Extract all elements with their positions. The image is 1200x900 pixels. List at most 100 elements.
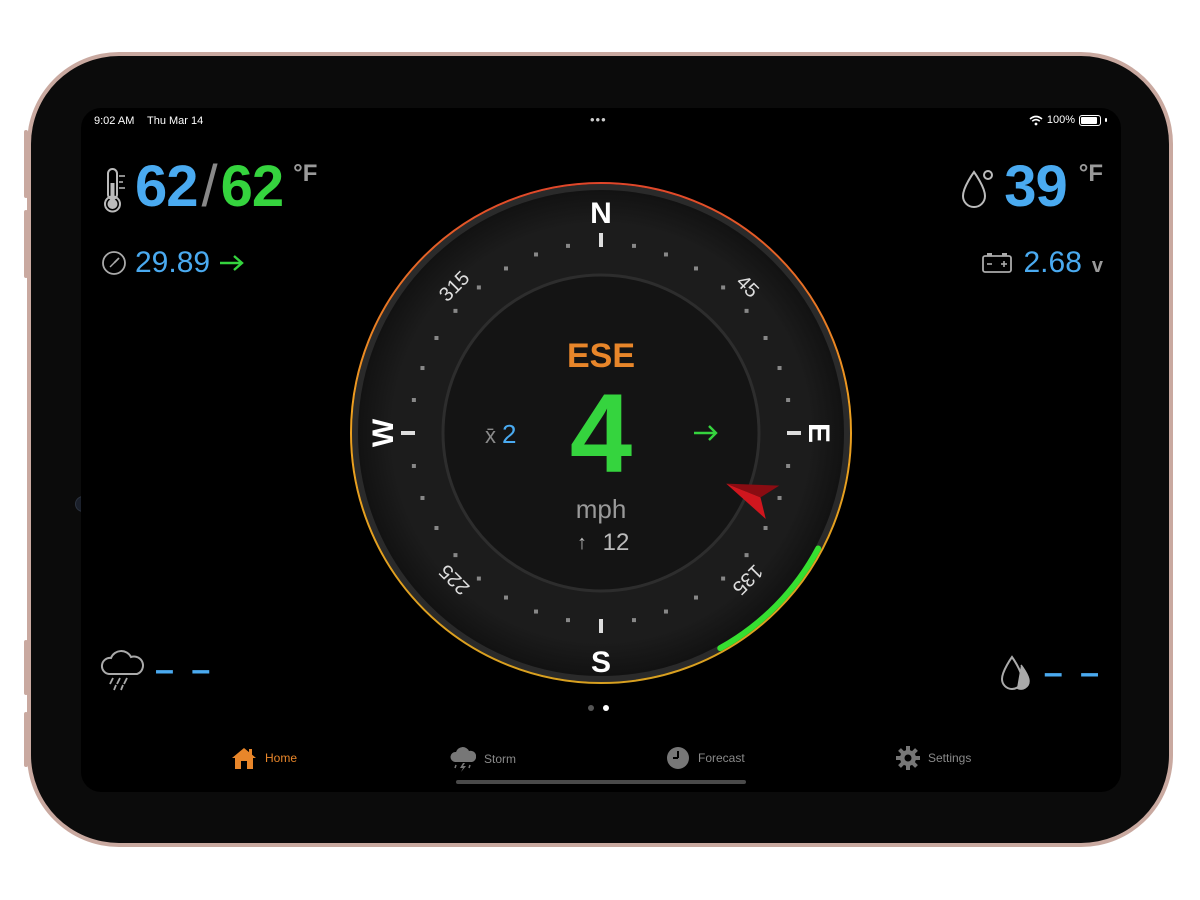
- humidity-value: – –: [1043, 653, 1103, 692]
- minor-tick: [534, 609, 539, 614]
- wind-speed-unit: mph: [576, 494, 627, 524]
- side-button: [24, 712, 28, 767]
- humidity-widget[interactable]: – –: [998, 653, 1103, 693]
- battery-voltage-value: 2.68: [1023, 246, 1082, 279]
- wind-gust-value: 12: [603, 529, 630, 556]
- rain-value: – –: [155, 650, 215, 689]
- minor-tick: [763, 526, 768, 530]
- battery-level: [1081, 116, 1097, 124]
- drops-icon: [1000, 655, 1030, 690]
- feels-like-value: 62: [220, 154, 285, 219]
- status-time: 9:02 AM: [94, 115, 135, 127]
- minor-tick: [504, 266, 508, 271]
- average-symbol: x̄: [485, 423, 496, 448]
- rain-widget[interactable]: – –: [99, 648, 214, 692]
- rain-cloud-icon: [100, 650, 144, 691]
- gear-icon: [896, 746, 920, 770]
- minor-tick: [453, 308, 458, 313]
- minor-tick: [694, 266, 698, 271]
- page-dot-active[interactable]: [603, 705, 609, 711]
- page-indicator[interactable]: [588, 705, 609, 711]
- tab-label: Home: [265, 751, 298, 765]
- minor-tick: [434, 336, 439, 340]
- dew-drop-icon: [962, 170, 994, 208]
- minor-tick: [694, 595, 698, 600]
- wind-direction-label: ESE: [567, 337, 635, 375]
- minor-tick: [631, 243, 636, 248]
- battery-percent: 100%: [1046, 114, 1075, 126]
- tab-home[interactable]: Home: [231, 746, 297, 770]
- wind-compass[interactable]: N S E W 45 135 225 315 ESE 4 mph x̄ 2 ↑ …: [348, 180, 854, 686]
- cardinal-east: E: [802, 423, 835, 443]
- tab-storm[interactable]: Storm: [450, 746, 516, 772]
- minor-tick: [777, 495, 782, 500]
- barometer-widget[interactable]: 29.89: [101, 246, 246, 280]
- cardinal-north: N: [590, 197, 612, 230]
- arrow-right-icon: [220, 255, 244, 271]
- screen: 9:02 AM Thu Mar 14 ••• 100% 62 / 62 °F 3…: [81, 108, 1121, 792]
- temperature-value: 62: [135, 154, 199, 219]
- dew-point-value: 39: [1004, 154, 1068, 219]
- minor-tick: [744, 553, 749, 558]
- minor-tick: [721, 576, 726, 581]
- tab-settings[interactable]: Settings: [896, 746, 971, 770]
- tab-label: Forecast: [698, 751, 745, 765]
- minor-tick: [476, 285, 481, 290]
- volume-button: [24, 210, 28, 278]
- minor-tick: [411, 463, 416, 468]
- minor-tick: [434, 526, 439, 530]
- minor-tick: [411, 398, 416, 403]
- minor-tick: [534, 252, 539, 257]
- battery-voltage-unit: v: [1091, 254, 1103, 277]
- gust-arrow-icon: ↑: [577, 532, 587, 554]
- minor-tick: [663, 252, 668, 257]
- tab-label: Settings: [928, 751, 972, 765]
- minor-tick: [721, 285, 726, 290]
- status-indicators: 100%: [1029, 114, 1107, 126]
- home-indicator[interactable]: [456, 780, 746, 784]
- tab-bar: Home Storm Forecast Settings: [81, 738, 1121, 778]
- storm-icon: [450, 747, 476, 772]
- minor-tick: [453, 553, 458, 558]
- side-button: [24, 640, 28, 695]
- temperature-unit: °F: [293, 160, 318, 187]
- minor-tick: [786, 398, 791, 403]
- tab-label: Storm: [484, 752, 517, 766]
- dew-point-widget[interactable]: 39 °F: [960, 158, 1103, 216]
- minor-tick: [631, 618, 636, 623]
- minor-tick: [476, 576, 481, 581]
- status-date: Thu Mar 14: [147, 115, 204, 127]
- battery-icon: [1079, 114, 1101, 126]
- minor-tick: [744, 308, 749, 313]
- temperature-widget[interactable]: 62 / 62 °F: [99, 158, 317, 216]
- cardinal-west: W: [367, 418, 400, 447]
- minor-tick: [663, 609, 668, 614]
- minor-tick: [566, 243, 571, 248]
- multitasking-dots[interactable]: •••: [590, 112, 607, 127]
- minor-tick: [763, 336, 768, 340]
- wifi-icon: [1029, 115, 1043, 125]
- barometer-value: 29.89: [135, 246, 211, 279]
- home-icon: [232, 748, 256, 769]
- minor-tick: [786, 463, 791, 468]
- minor-tick: [420, 366, 425, 371]
- battery-icon: [982, 253, 1013, 273]
- dew-point-unit: °F: [1078, 160, 1103, 187]
- minor-tick: [777, 366, 782, 371]
- gauge-icon: [102, 251, 126, 275]
- page-dot[interactable]: [588, 705, 594, 711]
- volume-button: [24, 130, 28, 198]
- temperature-separator: /: [201, 154, 218, 219]
- wind-speed-value: 4: [570, 371, 632, 496]
- minor-tick: [566, 618, 571, 623]
- wind-average-value: 2: [502, 419, 516, 449]
- status-bar: 9:02 AM Thu Mar 14 ••• 100%: [81, 108, 1121, 134]
- battery-voltage-widget[interactable]: 2.68 v: [981, 246, 1103, 280]
- thermometer-icon: [104, 168, 125, 213]
- tab-forecast[interactable]: Forecast: [666, 746, 745, 770]
- battery-tip: [1105, 118, 1107, 122]
- clock-icon: [667, 747, 689, 769]
- minor-tick: [420, 495, 425, 500]
- cardinal-south: S: [591, 646, 611, 679]
- minor-tick: [504, 595, 508, 600]
